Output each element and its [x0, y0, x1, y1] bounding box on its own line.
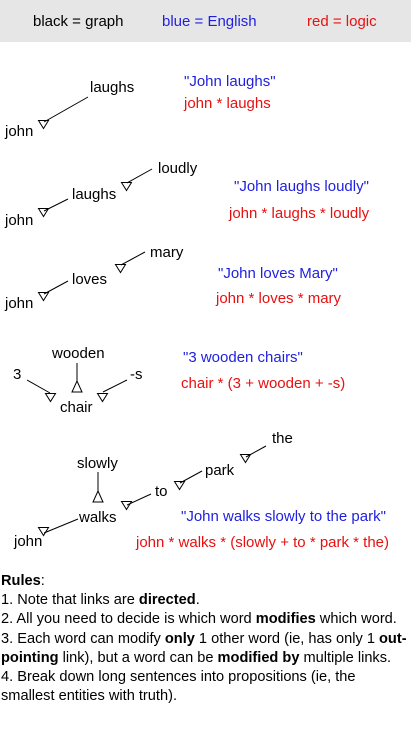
word-node: loves: [72, 271, 107, 288]
english-sentence: "3 wooden chairs": [183, 349, 303, 366]
arrowhead: [37, 292, 50, 302]
arrowhead: [120, 182, 133, 192]
rule-2: 2. All you need to decide is which word …: [1, 611, 397, 628]
english-sentence: "John laughs loudly": [234, 178, 369, 195]
arrowhead: [120, 501, 133, 511]
arrowhead: [44, 393, 57, 403]
word-node: to: [155, 483, 168, 500]
link-mary-loves: [120, 251, 146, 266]
link-john-laughs: [43, 96, 89, 123]
word-node: john: [4, 295, 33, 312]
word-node: wooden: [51, 345, 105, 362]
word-node: -s: [130, 366, 143, 383]
word-node: laughs: [90, 79, 134, 96]
link-3-chair: [26, 379, 51, 394]
arrowhead: [37, 120, 50, 130]
rule-1: 1. Note that links are directed.: [1, 592, 200, 609]
word-node: park: [205, 462, 235, 479]
arrowhead: [92, 489, 104, 503]
word-node: loudly: [158, 160, 198, 177]
word-node: slowly: [77, 455, 118, 472]
word-node: john: [13, 533, 42, 550]
english-sentence: "John walks slowly to the park": [181, 508, 386, 525]
arrowhead: [173, 481, 186, 491]
word-node: john: [4, 123, 33, 140]
arrowhead: [71, 379, 83, 393]
word-node: walks: [78, 509, 117, 526]
word-node: john: [4, 212, 33, 229]
logic-formula: john * laughs: [183, 95, 271, 112]
logic-formula: chair * (3 + wooden + -s): [181, 375, 345, 392]
dependency-graph-diagram: john laughs "John laughs" john * laughs …: [4, 73, 389, 551]
link-loudly-laughs: [126, 168, 153, 184]
word-node: the: [272, 430, 293, 447]
english-sentence: "John laughs": [184, 73, 276, 90]
rule-3: 3. Each word can modify only 1 other wor…: [1, 630, 407, 666]
word-node: mary: [150, 244, 184, 261]
arrowhead: [96, 393, 109, 403]
logic-formula: john * walks * (slowly + to * park * the…: [135, 534, 389, 551]
rules-heading: Rules:: [1, 573, 45, 589]
link-john-walks: [43, 518, 79, 534]
english-sentence: "John loves Mary": [218, 265, 338, 282]
arrowhead: [114, 264, 127, 274]
rules-section: Rules: 1. Note that links are directed. …: [1, 572, 413, 706]
word-node: chair: [60, 399, 93, 416]
word-node: 3: [13, 366, 21, 383]
link-the-park: [245, 445, 267, 458]
word-node: laughs: [72, 186, 116, 203]
rule-4: 4. Break down long sentences into propos…: [1, 669, 356, 705]
link-s-chair: [102, 379, 128, 393]
logic-formula: john * loves * mary: [215, 290, 342, 307]
logic-formula: john * laughs * loudly: [228, 205, 370, 222]
